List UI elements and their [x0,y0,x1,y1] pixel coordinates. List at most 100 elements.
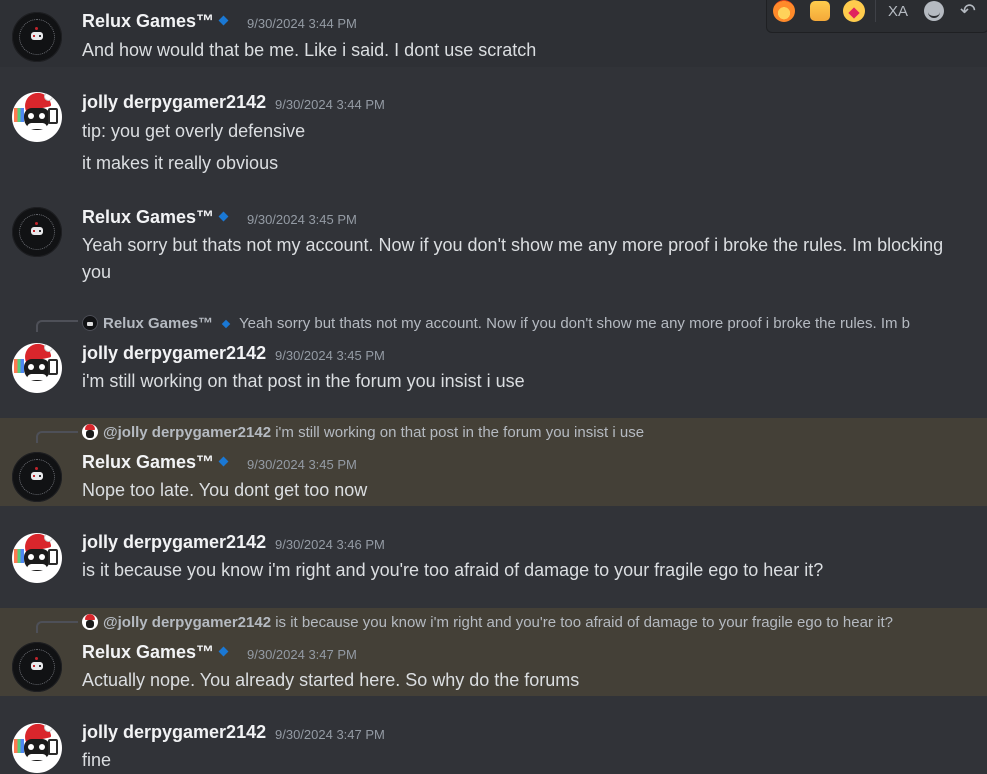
message-toolbar: XA ↶ [766,0,987,33]
author-name[interactable]: Relux Games™ [82,11,214,32]
avatar-led [35,467,38,470]
author-name[interactable]: jolly derpygamer2142 [82,92,266,113]
toolbar-divider [875,0,876,22]
hat-pom [44,92,53,101]
message[interactable]: Relux Games™ 9/30/2024 3:44 PM And how w… [0,0,987,67]
hat-pom [44,723,53,732]
add-reaction-icon [924,1,944,21]
message[interactable]: Relux Games™ 9/30/2024 3:45 PM Yeah sorr… [0,185,987,297]
reply-text: i'm still working on that post in the fo… [275,424,645,441]
avatar-eye [39,364,45,370]
verified-badge-icon [221,319,231,329]
message[interactable]: Relux Games™ Yeah sorry but thats not my … [0,297,987,418]
avatar-symbol [48,108,58,124]
avatar-led [35,222,38,225]
hand-reaction-button[interactable] [807,0,833,24]
verified-badge-icon [218,456,229,467]
translate-icon: XA [887,2,908,20]
timestamp[interactable]: 9/30/2024 3:46 PM [275,537,385,552]
avatar[interactable] [12,92,62,142]
avatar[interactable] [12,533,62,583]
avatar-pattern [14,739,24,753]
reply-preview[interactable]: Relux Games™ Yeah sorry but thats not my … [82,315,910,332]
message-text: you [82,262,112,282]
message-text: Yeah sorry but thats not my account. Now… [82,235,944,255]
reply-spine [36,621,78,633]
reply-preview[interactable]: @jolly derpygamer2142 is it because you … [82,614,893,631]
avatar[interactable] [12,12,62,62]
author-name[interactable]: jolly derpygamer2142 [82,722,266,743]
author-name[interactable]: jolly derpygamer2142 [82,343,266,364]
mustache-icon [27,374,47,380]
author-name[interactable]: Relux Games™ [82,452,214,473]
avatar-symbol [48,359,58,375]
avatar[interactable] [12,207,62,257]
avatar[interactable] [12,343,62,393]
heart-emoji-icon [843,0,865,22]
reply-avatar [82,614,98,630]
reply-button[interactable]: ↶ [955,0,981,24]
message[interactable]: jolly derpygamer2142 9/30/2024 3:46 PM i… [0,506,987,608]
hand-emoji-icon [810,1,830,21]
gamepad-icon [31,32,43,40]
message[interactable]: @jolly derpygamer2142 i'm still working … [0,418,987,506]
avatar-led [35,657,38,660]
message[interactable]: jolly derpygamer2142 9/30/2024 3:47 PM f… [0,696,987,773]
reply-author[interactable]: @jolly derpygamer2142 [103,614,271,631]
avatar-eye [39,554,45,560]
translate-button[interactable]: XA [885,0,911,24]
timestamp[interactable]: 9/30/2024 3:45 PM [247,212,357,227]
timestamp[interactable]: 9/30/2024 3:45 PM [275,348,385,363]
message-text: fine [82,750,112,770]
message[interactable]: jolly derpygamer2142 9/30/2024 3:44 PM t… [0,67,987,185]
message[interactable]: @jolly derpygamer2142 is it because you … [0,608,987,696]
add-reaction-button[interactable] [921,0,947,24]
timestamp[interactable]: 9/30/2024 3:44 PM [275,97,385,112]
avatar[interactable] [12,642,62,692]
message-text: Actually nope. You already started here.… [82,670,580,690]
avatar-pattern [14,108,24,122]
reply-avatar [82,315,98,331]
reply-text: is it because you know i'm right and you… [275,614,893,631]
fire-reaction-button[interactable] [771,0,797,24]
message-text: tip: you get overly defensive [82,121,306,141]
avatar-eye [28,554,34,560]
avatar-eye [28,744,34,750]
verified-badge-icon [218,15,229,26]
heart-reaction-button[interactable] [841,0,867,24]
timestamp[interactable]: 9/30/2024 3:44 PM [247,16,357,31]
avatar-pattern [14,549,24,563]
avatar[interactable] [12,452,62,502]
author-name[interactable]: Relux Games™ [82,207,214,228]
avatar-eye [39,744,45,750]
message-text: it makes it really obvious [82,153,279,173]
avatar[interactable] [12,723,62,773]
mustache-icon [27,754,47,760]
avatar-eye [28,364,34,370]
message-text: i'm still working on that post in the fo… [82,371,525,391]
message-text: is it because you know i'm right and you… [82,560,824,580]
avatar-eye [28,113,34,119]
reply-avatar [82,424,98,440]
timestamp[interactable]: 9/30/2024 3:47 PM [275,727,385,742]
reply-author[interactable]: Relux Games™ [103,315,213,332]
gamepad-icon [31,472,43,480]
verified-badge-icon [218,211,229,222]
author-name[interactable]: jolly derpygamer2142 [82,532,266,553]
avatar-pattern [14,359,24,373]
timestamp[interactable]: 9/30/2024 3:45 PM [247,457,357,472]
reply-author[interactable]: @jolly derpygamer2142 [103,424,271,441]
author-name[interactable]: Relux Games™ [82,642,214,663]
reply-text: Yeah sorry but thats not my account. Now… [239,315,911,332]
reply-spine [36,431,78,443]
gamepad-icon [31,227,43,235]
hat-pom [44,533,53,542]
gamepad-icon [31,662,43,670]
reply-preview[interactable]: @jolly derpygamer2142 i'm still working … [82,424,644,441]
timestamp[interactable]: 9/30/2024 3:47 PM [247,647,357,662]
avatar-symbol [48,739,58,755]
mustache-icon [27,564,47,570]
avatar-led [35,27,38,30]
message-text: And how would that be me. Like i said. I… [82,40,537,60]
verified-badge-icon [218,646,229,657]
